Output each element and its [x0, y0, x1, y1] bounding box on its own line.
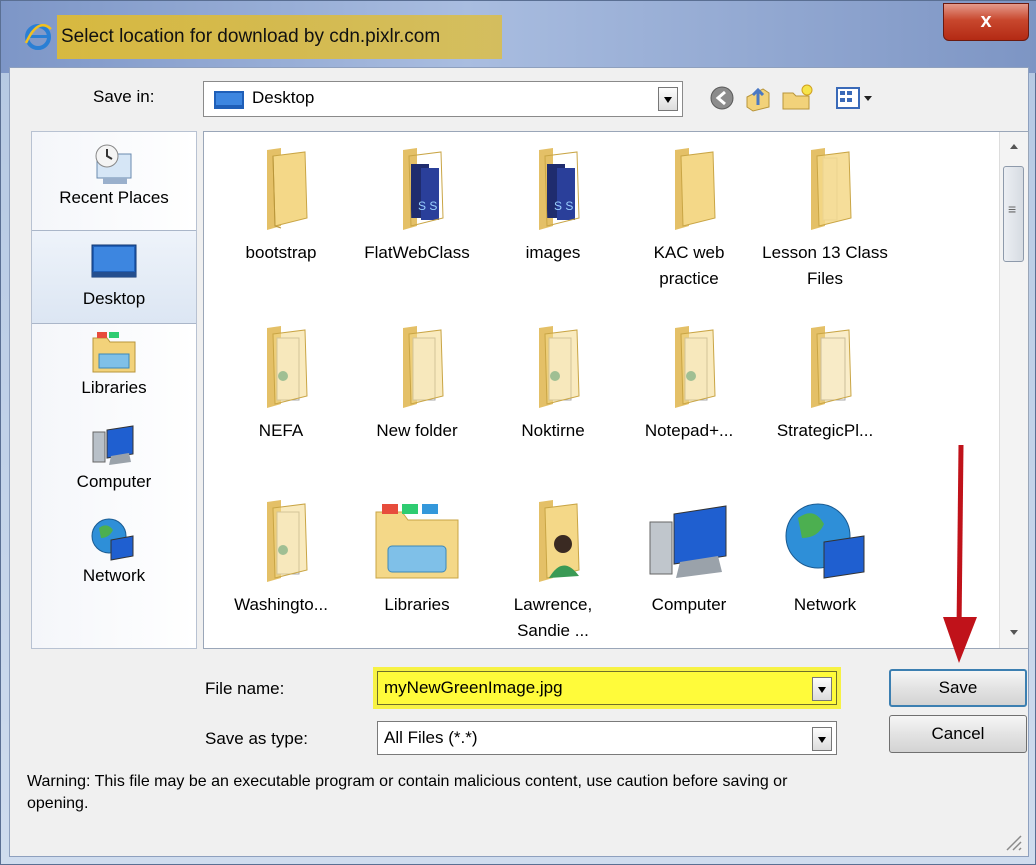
list-item[interactable]: Libraries [352, 498, 482, 618]
folder-docs-icon: S S [403, 148, 444, 230]
save-in-combo[interactable]: Desktop [203, 81, 683, 117]
list-item[interactable]: KAC web practice [624, 146, 754, 292]
folder-paper-icon [811, 326, 852, 408]
place-label: Computer [76, 472, 152, 491]
item-label: Computer [651, 595, 727, 614]
annotation-arrow-icon [943, 444, 977, 663]
save-as-type-select[interactable]: All Files (*.*) [377, 721, 837, 755]
libraries-icon [375, 504, 459, 579]
place-network[interactable]: Network [32, 516, 196, 602]
user-folder-icon [539, 500, 580, 582]
list-item[interactable]: Washingto... [216, 498, 346, 618]
warning-text: Warning: This file may be an executable … [27, 773, 788, 812]
close-button[interactable]: x [943, 3, 1029, 41]
places-sidebar: Recent Places Desktop Libraries Computer… [31, 131, 197, 649]
svg-text:S S: S S [418, 199, 437, 213]
up-folder-icon[interactable] [743, 83, 773, 113]
item-label: StrategicPl... [776, 421, 874, 440]
file-list-view: bootstrap S S FlatWebClass S S images KA… [203, 131, 1029, 649]
item-label: Libraries [384, 595, 450, 614]
list-item[interactable]: Computer [624, 498, 754, 618]
save-as-type-value: All Files (*.*) [384, 728, 478, 747]
folder-paper-icon [675, 326, 716, 408]
list-item[interactable]: New folder [352, 324, 482, 444]
window-title: Select location for download by cdn.pixl… [57, 15, 503, 59]
folder-paper-icon [403, 326, 444, 408]
folder-icon [811, 148, 852, 230]
resize-grip-icon[interactable] [1003, 832, 1023, 852]
internet-explorer-icon [24, 24, 52, 50]
recent-places-icon [95, 144, 132, 184]
desktop-icon [214, 91, 244, 109]
cancel-button[interactable]: Cancel [889, 715, 1027, 753]
item-label: Network [793, 595, 857, 614]
item-label: New folder [376, 421, 458, 440]
item-label: images [525, 243, 581, 262]
svg-text:S S: S S [554, 199, 573, 213]
computer-icon [649, 505, 727, 578]
list-item[interactable]: bootstrap [216, 146, 346, 266]
save-as-type-label: Save as type: [205, 729, 309, 748]
item-label: Lawrence, Sandie ... [513, 595, 593, 640]
scroll-up-icon[interactable] [1000, 132, 1028, 160]
file-name-label: File name: [205, 679, 285, 698]
place-label: Libraries [81, 378, 147, 397]
folder-paper-icon [539, 326, 580, 408]
place-computer[interactable]: Computer [32, 422, 196, 508]
item-label: Noktirne [521, 421, 585, 440]
item-label: Washingto... [234, 595, 328, 614]
place-label: Desktop [82, 289, 146, 308]
list-item[interactable]: Noktirne [488, 324, 618, 444]
desktop-icon [91, 244, 137, 278]
network-icon [785, 503, 865, 579]
file-name-value: myNewGreenImage.jpg [384, 678, 563, 697]
folder-paper-icon [267, 500, 308, 582]
back-icon[interactable] [707, 83, 737, 113]
place-label: Recent Places [59, 188, 169, 207]
scroll-down-icon[interactable] [1000, 620, 1028, 648]
place-label: Network [82, 566, 146, 585]
item-label: bootstrap [245, 243, 317, 262]
folder-icon [267, 148, 308, 230]
scroll-thumb[interactable] [1003, 166, 1024, 262]
list-item[interactable]: Lawrence, Sandie ... [488, 498, 618, 644]
place-libraries[interactable]: Libraries [32, 328, 196, 414]
list-item[interactable]: Lesson 13 Class Files [760, 146, 890, 292]
chevron-down-icon[interactable] [812, 677, 832, 701]
libraries-icon [92, 332, 136, 373]
network-icon [91, 518, 134, 561]
folder-icon [675, 148, 716, 230]
chevron-down-icon[interactable] [812, 727, 832, 751]
list-item[interactable]: S S FlatWebClass [352, 146, 482, 266]
view-menu-icon[interactable] [835, 83, 875, 113]
place-recent-places[interactable]: Recent Places [32, 140, 196, 226]
item-label: Lesson 13 Class Files [762, 243, 888, 288]
computer-icon [92, 425, 134, 465]
item-label: Notepad+... [644, 421, 734, 440]
save-in-value: Desktop [252, 88, 315, 107]
vertical-scrollbar[interactable] [999, 132, 1028, 648]
save-button[interactable]: Save [889, 669, 1027, 707]
save-dialog: Select location for download by cdn.pixl… [0, 0, 1036, 865]
new-folder-icon[interactable] [781, 83, 815, 113]
list-item[interactable]: StrategicPl... [760, 324, 890, 444]
item-label: FlatWebClass [364, 243, 470, 262]
file-name-input[interactable]: myNewGreenImage.jpg [377, 671, 837, 705]
list-item[interactable]: Network [760, 498, 890, 618]
list-item[interactable]: S S images [488, 146, 618, 266]
item-label: KAC web practice [653, 243, 725, 288]
chevron-down-icon[interactable] [658, 87, 678, 111]
list-item[interactable]: NEFA [216, 324, 346, 444]
title-bar[interactable]: Select location for download by cdn.pixl… [1, 1, 1036, 73]
list-item[interactable]: Notepad+... [624, 324, 754, 444]
save-in-label: Save in: [93, 87, 155, 106]
item-label: NEFA [258, 421, 304, 440]
folder-paper-icon [267, 326, 308, 408]
folder-docs-icon: S S [539, 148, 580, 230]
place-desktop[interactable]: Desktop [32, 230, 196, 324]
